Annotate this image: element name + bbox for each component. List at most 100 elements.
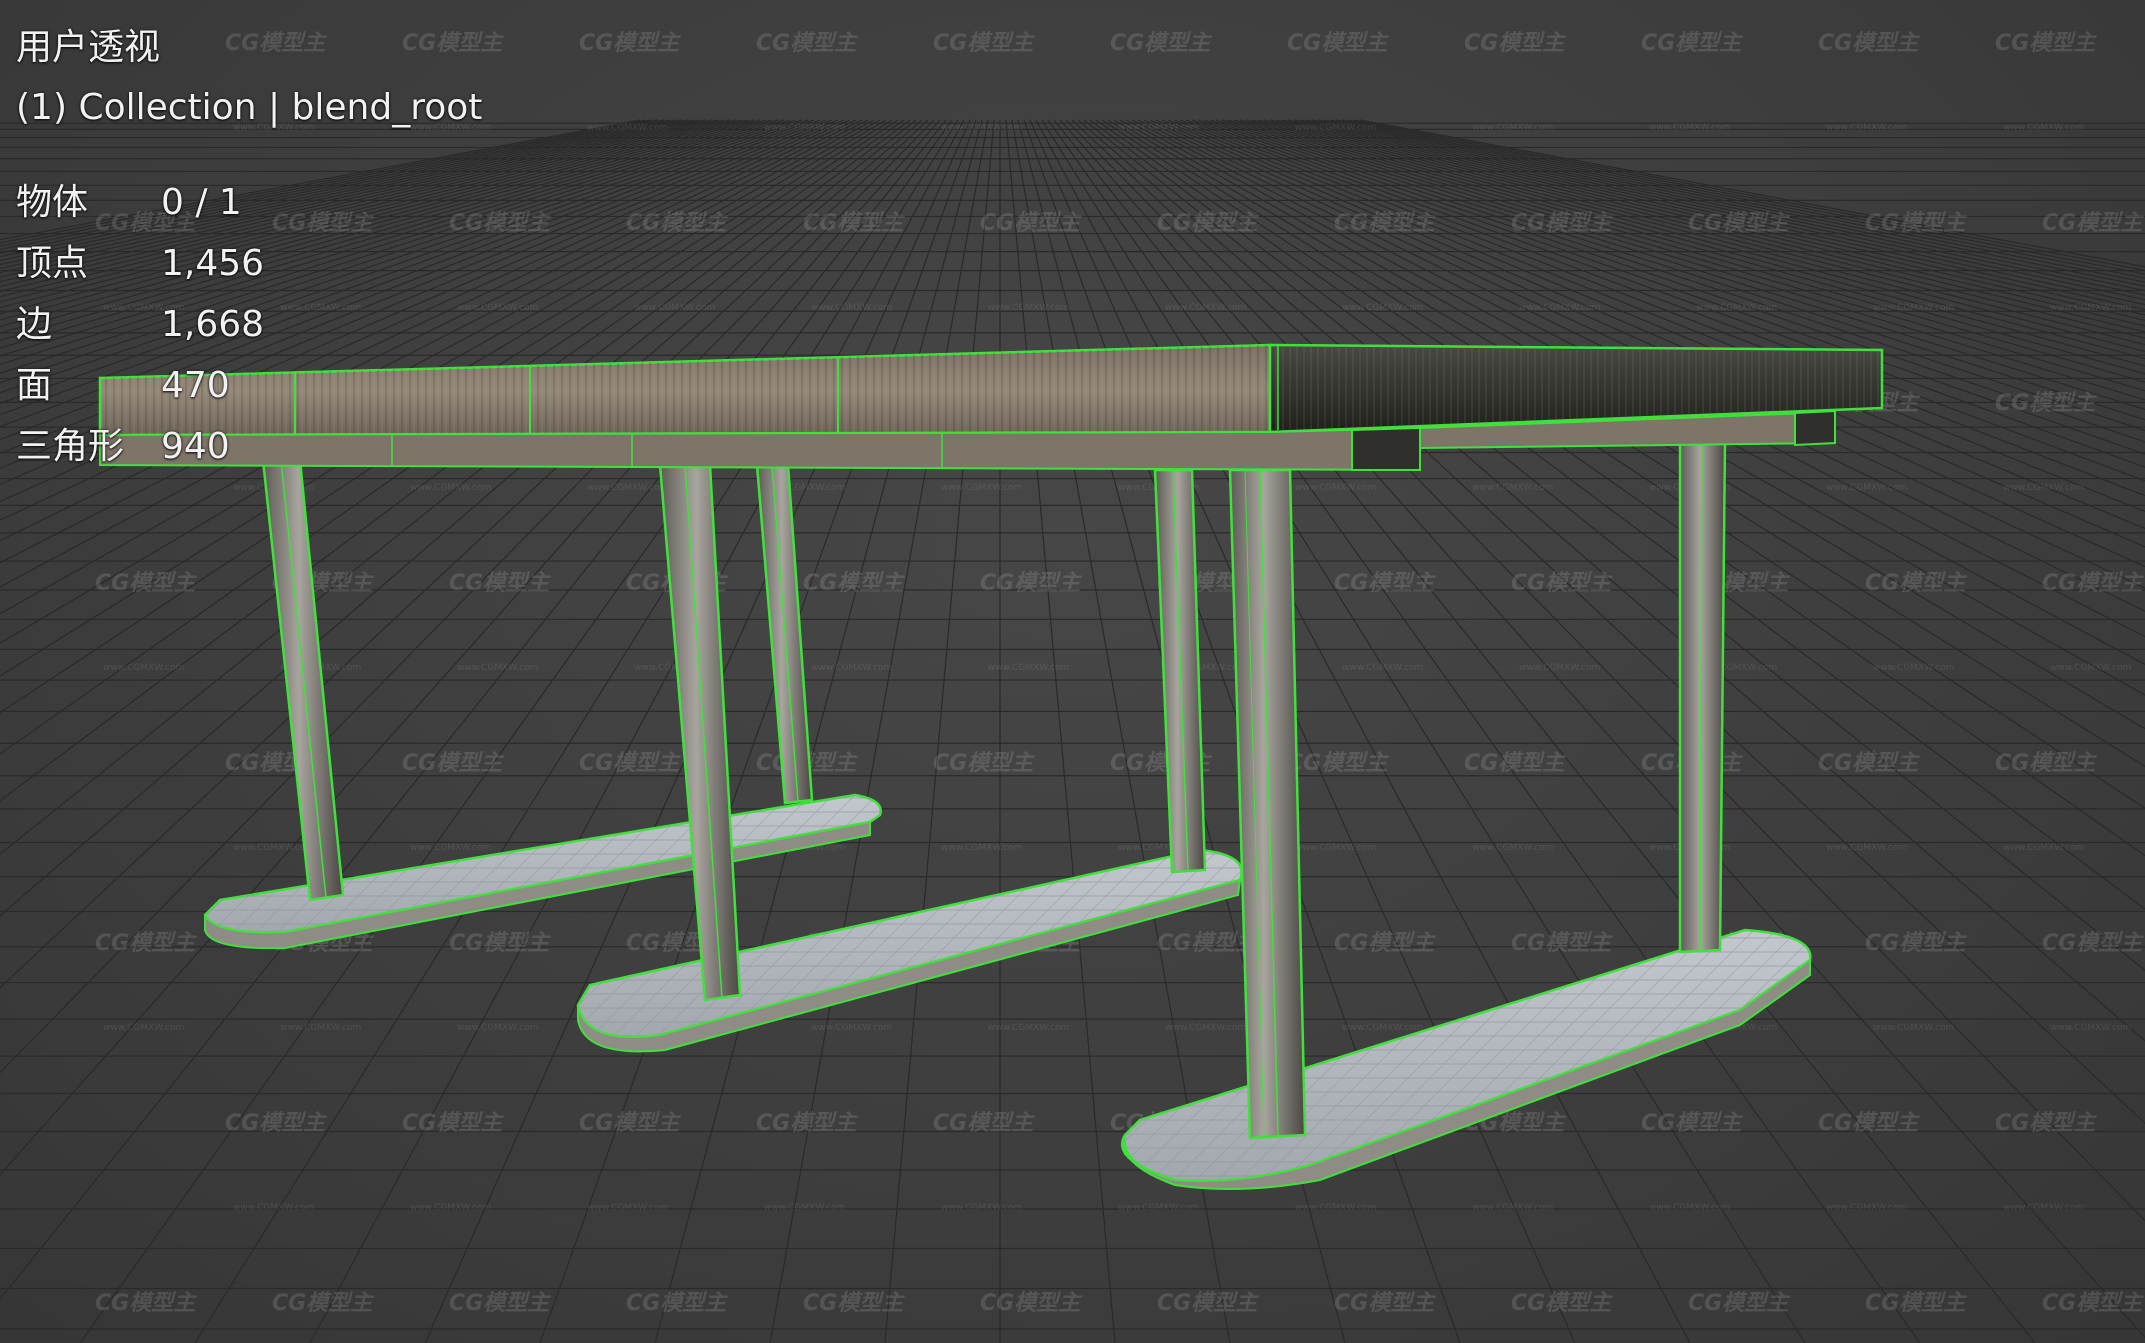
watermark-label: CG模型主 — [579, 1111, 681, 1136]
stat-row-edges: 边 1,668 — [16, 294, 482, 355]
watermark-label: CG模型主 — [1287, 751, 1389, 776]
stat-row-objects: 物体 0 / 1 — [16, 172, 482, 233]
watermark-url: www.CGMXW.com — [2003, 1203, 2084, 1213]
watermark-url: www.CGMXW.com — [410, 1203, 491, 1213]
watermark-label: CG模型主 — [803, 571, 905, 596]
watermark-label: CG模型主 — [626, 1291, 728, 1316]
watermark-url: www.CGMXW.com — [1519, 303, 1600, 313]
watermark-url: www.CGMXW.com — [1342, 303, 1423, 313]
watermark-url: www.CGMXW.com — [1873, 663, 1954, 673]
watermark-label: CG模型主 — [402, 1111, 504, 1136]
watermark-url: www.CGMXW.com — [2050, 1023, 2131, 1033]
watermark-label: CG模型主 — [95, 931, 197, 956]
watermark-label: CG模型主 — [980, 1291, 1082, 1316]
watermark-label: CG模型主 — [1157, 211, 1259, 236]
watermark-url: www.CGMXW.com — [988, 1023, 1069, 1033]
stat-row-faces: 面 470 — [16, 355, 482, 416]
watermark-label: CG模型主 — [1511, 211, 1613, 236]
watermark-label: CG模型主 — [1334, 211, 1436, 236]
grid-line — [884, 119, 995, 1343]
watermark-url: www.CGMXW.com — [811, 1023, 892, 1033]
watermark-label: CG模型主 — [1865, 1291, 1967, 1316]
stat-value: 0 / 1 — [161, 182, 242, 223]
stat-label: 边 — [16, 304, 53, 345]
watermark-url: www.CGMXW.com — [280, 1023, 361, 1033]
watermark-label: CG模型主 — [402, 751, 504, 776]
watermark-label: CG模型主 — [1688, 1291, 1790, 1316]
watermark-label: CG模型主 — [2042, 1291, 2144, 1316]
watermark-url: www.CGMXW.com — [2050, 303, 2131, 313]
stat-label: 顶点 — [16, 243, 89, 284]
viewport-info-overlay: 用户透视 (1) Collection | blend_root 物体 0 / … — [16, 22, 482, 477]
watermark-label: CG模型主 — [579, 31, 681, 56]
watermark-url: www.CGMXW.com — [941, 123, 1022, 133]
watermark-label: CG模型主 — [2042, 931, 2144, 956]
watermark-url: www.CGMXW.com — [1165, 1023, 1246, 1033]
stat-value: 940 — [161, 426, 230, 467]
watermark-label: CG模型主 — [1464, 31, 1566, 56]
watermark-url: www.CGMXW.com — [233, 1203, 314, 1213]
watermark-label: CG模型主 — [933, 31, 1035, 56]
watermark-label: CG模型主 — [980, 211, 1082, 236]
watermark-url: www.CGMXW.com — [988, 663, 1069, 673]
watermark-url: www.CGMXW.com — [410, 843, 491, 853]
watermark-label: CG模型主 — [272, 1291, 374, 1316]
watermark-url: www.CGMXW.com — [1826, 483, 1907, 493]
watermark-label: CG模型主 — [1511, 931, 1613, 956]
watermark-label: CG模型主 — [1995, 751, 2097, 776]
watermark-label: CG模型主 — [756, 1111, 858, 1136]
watermark-url: www.CGMXW.com — [1826, 1203, 1907, 1213]
watermark-url: www.CGMXW.com — [1295, 1203, 1376, 1213]
watermark-label: CG模型主 — [1287, 31, 1389, 56]
stat-label: 面 — [16, 365, 53, 406]
grid-line — [539, 119, 977, 1343]
scene-statistics: 物体 0 / 1 顶点 1,456 边 1,668 面 470 三角形 940 — [16, 172, 482, 477]
watermark-url: www.CGMXW.com — [764, 1203, 845, 1213]
watermark-label: CG模型主 — [933, 1111, 1035, 1136]
watermark-label: CG模型主 — [1464, 751, 1566, 776]
watermark-url: www.CGMXW.com — [2003, 483, 2084, 493]
watermark-url: www.CGMXW.com — [1649, 123, 1730, 133]
watermark-url: www.CGMXW.com — [811, 303, 892, 313]
base-foot-front[interactable] — [1120, 928, 1812, 1190]
watermark-url: www.CGMXW.com — [587, 123, 668, 133]
watermark-url: www.CGMXW.com — [587, 483, 668, 493]
watermark-label: CG模型主 — [1995, 391, 2097, 416]
collection-label: (1) Collection | blend_root — [16, 87, 483, 128]
watermark-url: www.CGMXW.com — [1649, 1203, 1730, 1213]
watermark-url: www.CGMXW.com — [1118, 1203, 1199, 1213]
watermark-url: www.CGMXW.com — [1295, 843, 1376, 853]
watermark-label: CG模型主 — [2042, 571, 2144, 596]
watermark-label: CG模型主 — [1865, 571, 1967, 596]
watermark-url: www.CGMXW.com — [1165, 303, 1246, 313]
watermark-url: www.CGMXW.com — [103, 663, 184, 673]
watermark-label: CG模型主 — [1334, 1291, 1436, 1316]
watermark-url: www.CGMXW.com — [1472, 1203, 1553, 1213]
watermark-url: www.CGMXW.com — [457, 663, 538, 673]
watermark-url: www.CGMXW.com — [941, 1203, 1022, 1213]
watermark-label: CG模型主 — [1818, 31, 1920, 56]
watermark-url: www.CGMXW.com — [988, 303, 1069, 313]
watermark-label: CG模型主 — [803, 1291, 905, 1316]
watermark-url: www.CGMXW.com — [811, 663, 892, 673]
watermark-url: www.CGMXW.com — [1519, 663, 1600, 673]
watermark-label: CG模型主 — [449, 931, 551, 956]
watermark-label: CG模型主 — [803, 211, 905, 236]
watermark-url: www.CGMXW.com — [233, 843, 314, 853]
watermark-url: www.CGMXW.com — [2003, 123, 2084, 133]
watermark-label: CG模型主 — [1995, 1111, 2097, 1136]
watermark-label: CG模型主 — [2042, 211, 2144, 236]
watermark-url: www.CGMXW.com — [587, 1203, 668, 1213]
watermark-label: CG模型主 — [1511, 571, 1613, 596]
watermark-url: www.CGMXW.com — [1696, 303, 1777, 313]
watermark-label: CG模型主 — [1511, 1291, 1613, 1316]
watermark-url: www.CGMXW.com — [1295, 123, 1376, 133]
stat-value: 1,456 — [161, 243, 265, 284]
3d-viewport[interactable]: CG模型主 www.CGMXW.com CG模型主 www.CGMXW.com CG模型… — [0, 0, 2145, 1343]
stat-label: 物体 — [16, 182, 89, 223]
watermark-label: CG模型主 — [1818, 751, 1920, 776]
watermark-url: www.CGMXW.com — [634, 303, 715, 313]
stat-value: 1,668 — [161, 304, 265, 345]
watermark-label: CG模型主 — [1865, 211, 1967, 236]
watermark-url: www.CGMXW.com — [941, 483, 1022, 493]
